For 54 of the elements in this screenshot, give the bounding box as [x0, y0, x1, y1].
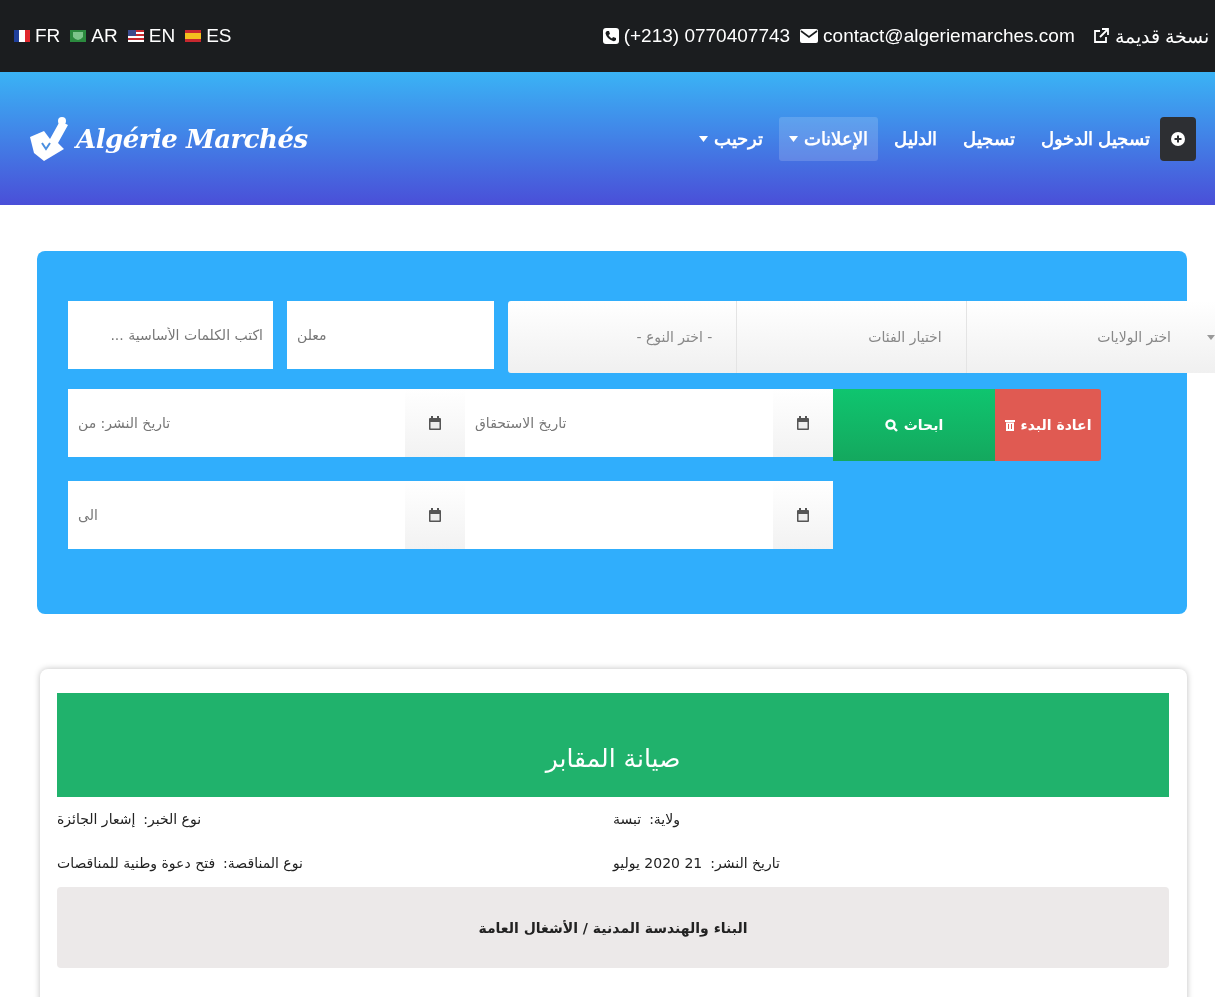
language-link[interactable]: EN	[127, 25, 176, 47]
detail-label: ولاية:	[649, 811, 680, 827]
detail-value: تبسة	[613, 811, 642, 827]
category-label: البناء والهندسة المدنية / الأشغال العامة	[57, 887, 1169, 968]
nav-menu-item[interactable]: الدليل	[884, 116, 947, 161]
language-link[interactable]: ES	[185, 25, 232, 47]
envelope-icon	[800, 29, 819, 43]
phone-icon	[602, 28, 619, 44]
select-field[interactable]: اختيار الفئات	[736, 301, 966, 373]
site-logo-text: Algérie Marchés	[76, 123, 308, 154]
plus-circle-icon	[1171, 131, 1185, 146]
calendar-icon	[797, 508, 809, 522]
flag-icon	[185, 30, 202, 42]
date-field[interactable]	[465, 481, 773, 549]
add-button[interactable]	[1160, 116, 1196, 161]
calendar-button[interactable]	[773, 481, 833, 549]
calendar-button[interactable]	[773, 389, 833, 457]
language-link[interactable]: FR	[14, 25, 61, 47]
flag-icon	[70, 30, 87, 42]
calendar-icon	[429, 416, 441, 430]
calendar-button[interactable]	[405, 481, 465, 549]
trash-icon	[1004, 419, 1015, 431]
nav-menu-item[interactable]: تسجيل الدخول	[1031, 116, 1160, 161]
search-button[interactable]: ابحاث	[833, 389, 995, 461]
phone-number: (+213) 0770407743	[623, 25, 791, 47]
flag-icon	[127, 30, 144, 42]
detail-label: نوع المناقصة:	[223, 855, 303, 871]
flag-icon	[14, 30, 30, 42]
detail-value: فتح دعوة وطنية للمناقصات	[57, 855, 216, 871]
email-link[interactable]: contact@algeriemarches.com	[823, 25, 1075, 47]
reset-button[interactable]: اعادة البدء	[995, 389, 1101, 461]
detail-label: نوع الخبر:	[143, 811, 202, 827]
nav-menu-item[interactable]: ترحيب	[689, 116, 773, 161]
calendar-icon	[797, 416, 809, 430]
calendar-button[interactable]	[405, 389, 465, 457]
date-field[interactable]: تاريخ الاستحقاق	[465, 389, 773, 457]
detail-label: تاريخ النشر:	[710, 855, 780, 871]
caret-icon	[1207, 334, 1215, 340]
date-field[interactable]: تاريخ النشر: من	[68, 389, 405, 457]
date-field[interactable]: الى	[68, 481, 405, 549]
language-link[interactable]: AR	[70, 25, 118, 47]
nav-menu-item[interactable]: تسجيل	[953, 116, 1025, 161]
search-icon	[884, 418, 898, 432]
detail-value: 21 2020 يوليو	[613, 855, 703, 871]
keyword-field[interactable]: اكتب الكلمات الأساسية ...	[68, 301, 273, 369]
external-link-icon	[1092, 28, 1109, 44]
tender-title: صيانة المقابر	[57, 693, 1169, 797]
detail-value: إشعار الجائزة	[57, 811, 136, 827]
nav-menu-item[interactable]: الإعلانات	[779, 116, 878, 161]
select-field[interactable]: اختر الولايات	[965, 301, 1195, 373]
old-version-link[interactable]: نسخة قديمة	[1092, 24, 1209, 48]
select-field[interactable]: - اختر النوع -	[508, 301, 737, 373]
advertiser-field[interactable]: معلن	[287, 301, 494, 369]
calendar-icon	[429, 508, 441, 522]
